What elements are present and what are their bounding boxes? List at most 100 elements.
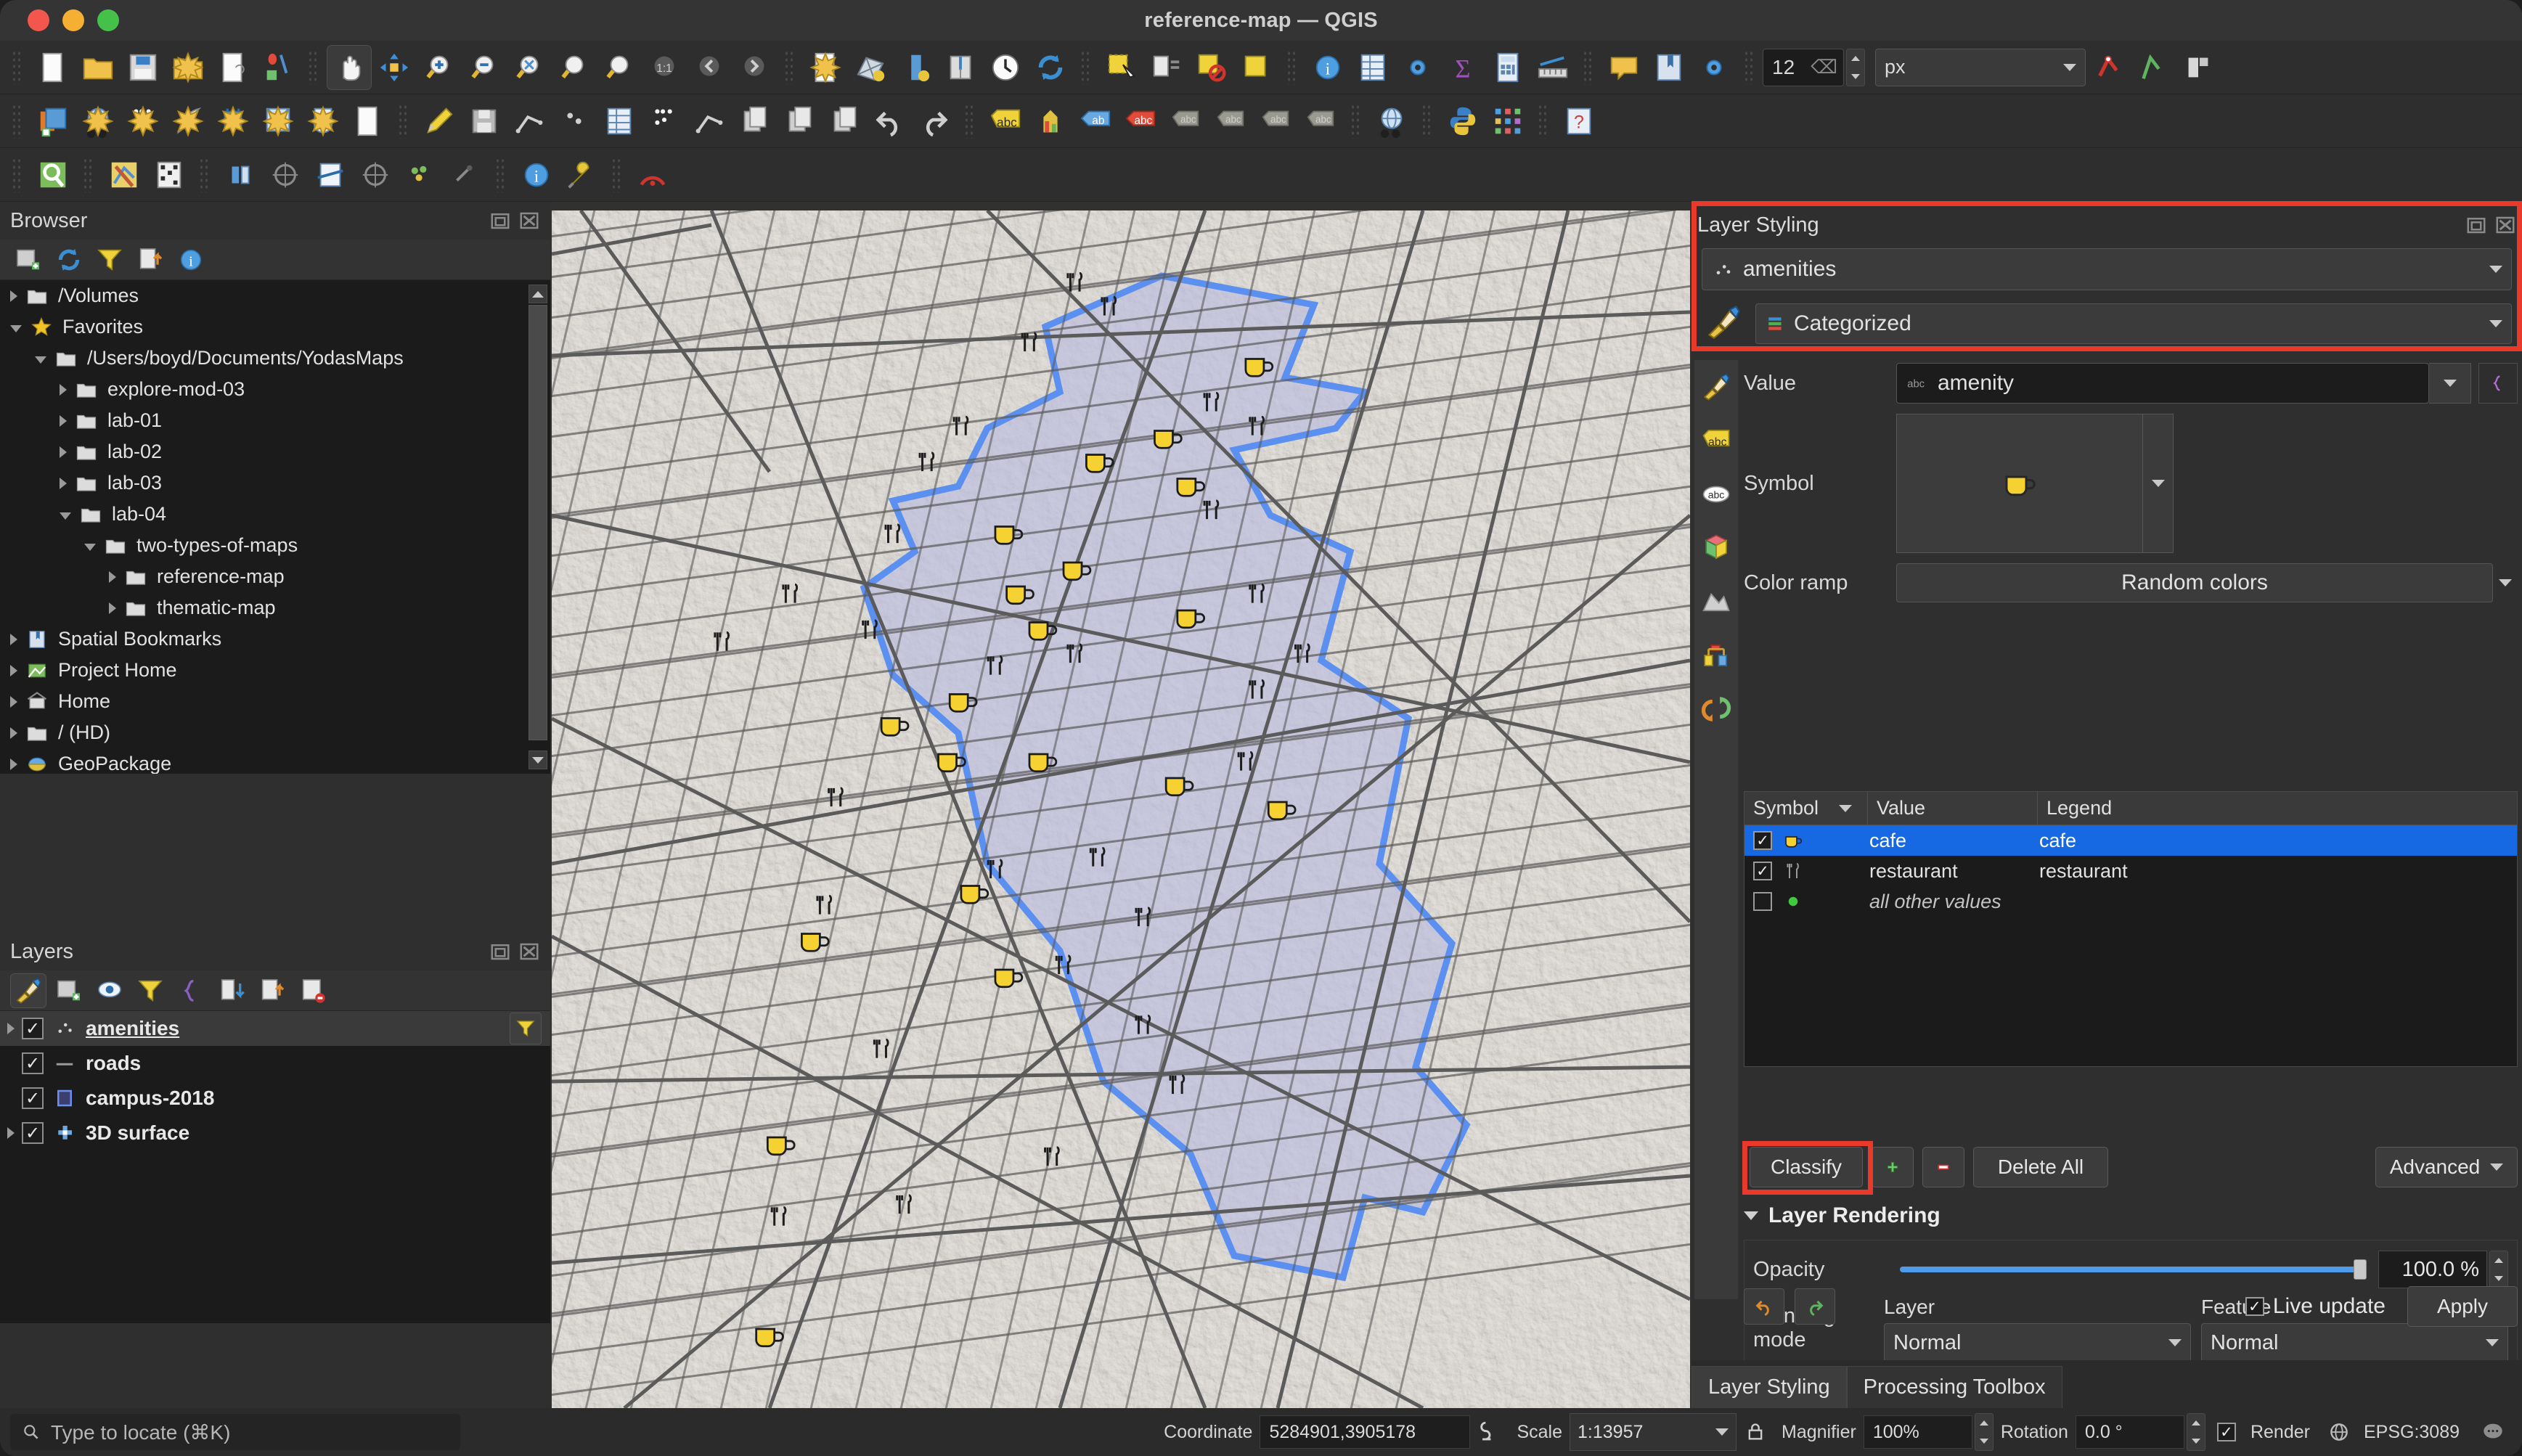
select-features-button[interactable] [1099,45,1144,90]
delete-selected-button[interactable] [687,99,732,144]
temporal-controller-button[interactable] [983,45,1028,90]
category-row[interactable]: all other values [1744,886,2517,917]
open-layer-styling-button[interactable] [10,973,46,1008]
undock-icon[interactable] [489,210,511,232]
new-print-layout-button[interactable] [211,45,256,90]
filter-legend-button[interactable] [132,973,168,1008]
tree-expander-icon[interactable] [60,446,67,458]
map-zoom-button[interactable] [30,152,76,197]
tree-expander-icon[interactable] [60,414,67,427]
live-update-toggle[interactable]: ✓ Live update [2245,1294,2386,1319]
tree-expander-icon[interactable] [35,356,46,364]
add-spatialite-button[interactable] [256,99,301,144]
zoom-native-button[interactable]: 1:1 [642,45,687,90]
layer-item-campus-2018[interactable]: ✓ campus-2018 [0,1081,550,1116]
feature-blend-combo[interactable]: Normal [2201,1323,2508,1362]
new-project-button[interactable] [30,45,76,90]
browser-tree-item[interactable]: reference-map [0,561,550,592]
new-3d-map-view-button[interactable] [848,45,893,90]
field-calculator-button[interactable] [1485,45,1530,90]
statistics-button[interactable]: Σ [1440,45,1485,90]
tree-expander-icon[interactable] [10,664,17,676]
save-project-as-button[interactable] [166,45,211,90]
toggle-extents-icon[interactable] [1477,1420,1502,1444]
redo-button[interactable] [912,99,957,144]
browser-tree-item[interactable]: / (HD) [0,717,550,748]
add-group-button[interactable] [51,973,87,1008]
layer-item-3d-surface[interactable]: ✓ 3D surface [0,1116,550,1150]
new-print-layout2-button[interactable] [893,45,938,90]
browser-tree-item[interactable]: lab-02 [0,436,550,467]
tree-expander-icon[interactable] [10,324,22,332]
elevation-tab-button[interactable] [1694,575,1738,629]
zoom-last-button[interactable] [687,45,732,90]
toolbar-grip[interactable] [12,103,23,139]
layer-filter-button[interactable] [510,1013,542,1044]
toolbar-grip[interactable] [83,157,94,192]
modify-attributes-button[interactable] [597,99,642,144]
tree-expander-icon[interactable] [60,512,71,520]
layers-tree[interactable]: ✓ amenities ✓ roads ✓ campus-2018 ✓ 3D surface [0,1011,550,1323]
toolbar-grip[interactable] [1350,103,1362,139]
rotate-label-button[interactable]: abc [1253,99,1298,144]
add-vector-layer-button[interactable] [30,99,76,144]
category-checkbox[interactable]: ✓ [1753,831,1772,850]
refresh-button[interactable] [51,242,87,277]
diagram-button[interactable] [1028,99,1073,144]
tree-expander-icon[interactable] [84,543,96,551]
browser-tree-item[interactable]: /Volumes [0,280,550,311]
tree-expander-icon[interactable] [10,727,17,739]
color-ramp-combo[interactable]: Random colors [1896,563,2493,602]
toolbar-grip[interactable] [12,49,23,85]
add-postgis-button[interactable] [211,99,256,144]
undock-icon[interactable] [489,941,511,962]
render-checkbox[interactable]: ✓ [2216,1423,2236,1441]
symbol-preview-button[interactable] [1896,414,2143,553]
properties-info-button[interactable]: i [173,242,209,277]
vertex-tool-button[interactable] [2086,45,2131,90]
select-value-button[interactable] [1144,45,1189,90]
label-layer-button[interactable]: abc [983,99,1028,144]
pan-map-button[interactable] [327,44,372,90]
shape-circular-button[interactable] [630,152,675,197]
zoom-full-button[interactable] [507,45,552,90]
reshape-features-button[interactable] [263,152,308,197]
lock-scale-icon[interactable] [1745,1420,1766,1444]
toolbar-grip[interactable] [1538,103,1549,139]
tab-processing-toolbox[interactable]: Processing Toolbox [1846,1366,2062,1408]
highlight-pinned-labels-button[interactable]: ab [1073,99,1118,144]
filter-expression-button[interactable] [173,973,209,1008]
digitize-shape-button[interactable] [2176,45,2221,90]
zoom-out-button[interactable] [462,45,507,90]
tree-expander-icon[interactable] [7,1023,15,1034]
show-hide-labels-button[interactable]: abc [1163,99,1208,144]
expand-all-button[interactable] [213,973,250,1008]
category-value[interactable]: restaurant [1869,860,2039,883]
zoom-next-button[interactable] [732,45,777,90]
categories-table[interactable]: Symbol Value Legend ✓ cafe cafe ✓ restaurant… [1744,791,2518,1067]
add-layer-button[interactable] [10,242,46,277]
category-value[interactable]: all other values [1869,891,2039,913]
save-layer-edits-button[interactable] [462,99,507,144]
coordinate-value[interactable]: 5284901,3905178 [1260,1415,1471,1449]
manage-visibility-button[interactable] [91,973,128,1008]
opacity-stepper[interactable] [2489,1251,2508,1288]
tab-layer-styling[interactable]: Layer Styling [1691,1366,1847,1408]
raster-calculator-button[interactable] [147,152,192,197]
symbology-tab-button[interactable] [1694,360,1738,414]
identify-info-button[interactable]: i [514,152,559,197]
opacity-slider-knob[interactable] [2354,1259,2367,1280]
map-canvas[interactable] [552,210,1690,1408]
collapse-all-button[interactable] [254,973,290,1008]
redo-button[interactable] [1795,1288,1835,1325]
advanced-button[interactable]: Advanced [2375,1147,2518,1187]
category-value[interactable]: cafe [1869,830,2039,852]
cut-features-button[interactable] [732,99,777,144]
undo-button[interactable] [1744,1288,1784,1325]
tree-expander-icon[interactable] [10,758,17,770]
change-label-button[interactable]: abc [1298,99,1343,144]
tree-expander-icon[interactable] [10,695,17,708]
undo-button[interactable] [867,99,912,144]
delete-all-button[interactable]: Delete All [1973,1147,2108,1187]
locate-search-input[interactable]: Type to locate (⌘K) [10,1414,460,1450]
